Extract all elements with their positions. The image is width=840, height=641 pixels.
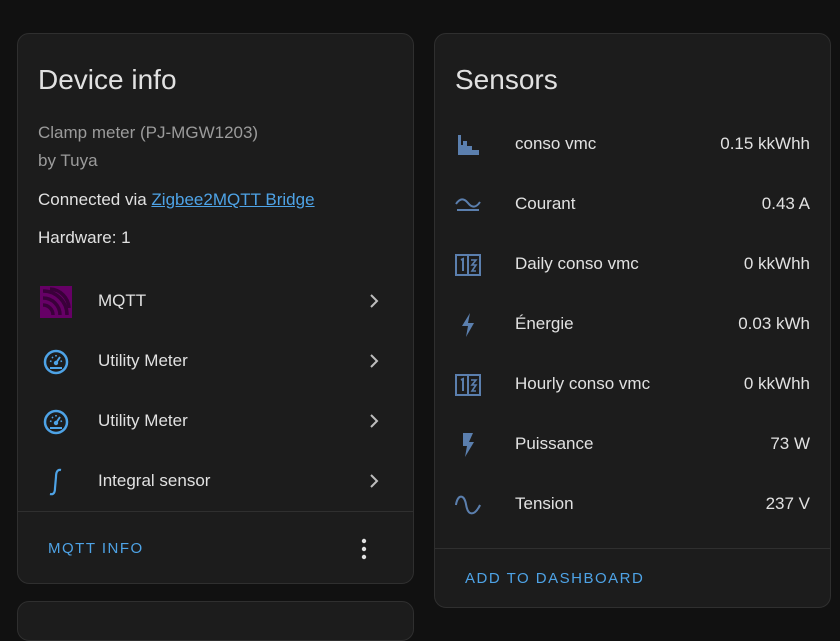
next-card <box>17 601 414 641</box>
sensor-row[interactable]: conso vmc 0.15 kkWhh <box>435 114 830 174</box>
sensor-name: Tension <box>515 494 574 513</box>
device-model: Clamp meter (PJ-MGW1203) <box>38 123 259 142</box>
sensor-value: 0.15 kkWhh <box>720 134 810 153</box>
chevron-right-icon <box>370 294 379 308</box>
card-actions-divider <box>435 548 830 549</box>
sensor-name: Courant <box>515 194 576 213</box>
hardware-version: Hardware: 1 <box>38 228 131 247</box>
sensor-value: 237 V <box>765 494 810 513</box>
counter-icon <box>455 252 481 278</box>
add-to-dashboard-button[interactable]: ADD TO DASHBOARD <box>465 570 644 587</box>
sensor-name: Puissance <box>515 434 594 453</box>
integration-label: MQTT <box>98 291 147 310</box>
counter-icon <box>455 372 481 398</box>
sensor-value: 73 W <box>770 434 810 453</box>
chart-histogram-icon <box>455 132 481 158</box>
sensor-name: Daily conso vmc <box>515 254 639 273</box>
lightning-bolt-icon <box>455 312 481 338</box>
sensor-value: 0.03 kWh <box>738 314 810 333</box>
integration-row-mqtt[interactable]: MQTT <box>18 271 413 331</box>
sensors-card: Sensors conso vmc 0.15 kkWhh Courant 0.4… <box>434 33 831 608</box>
integration-row-integral-sensor[interactable]: Integral sensor <box>18 451 413 511</box>
sensor-row[interactable]: Énergie 0.03 kWh <box>435 294 830 354</box>
sensors-title: Sensors <box>455 64 558 95</box>
more-vertical-icon <box>361 538 367 560</box>
sensor-name: conso vmc <box>515 134 597 153</box>
sensor-value: 0.43 A <box>761 194 810 213</box>
mqtt-info-button[interactable]: MQTT INFO <box>48 540 144 557</box>
integration-label: Utility Meter <box>98 411 188 430</box>
device-info-card: Device info Clamp meter (PJ-MGW1203) by … <box>17 33 414 584</box>
device-manufacturer: by Tuya <box>38 151 98 170</box>
gauge-icon <box>40 406 72 438</box>
integration-label: Integral sensor <box>98 471 211 490</box>
integration-row-utility-meter[interactable]: Utility Meter <box>18 331 413 391</box>
integration-row-utility-meter[interactable]: Utility Meter <box>18 391 413 451</box>
gauge-icon <box>40 346 72 378</box>
flash-icon <box>455 432 481 458</box>
sine-wave-icon <box>455 492 481 518</box>
sensor-row[interactable]: Puissance 73 W <box>435 414 830 474</box>
sensor-row[interactable]: Daily conso vmc 0 kkWhh <box>435 234 830 294</box>
sensor-row[interactable]: Courant 0.43 A <box>435 174 830 234</box>
sensor-value: 0 kkWhh <box>743 374 810 393</box>
chevron-right-icon <box>370 414 379 428</box>
overflow-menu-button[interactable] <box>352 534 376 564</box>
chevron-right-icon <box>370 474 379 488</box>
integral-icon <box>40 466 72 498</box>
integration-label: Utility Meter <box>98 351 188 370</box>
device-info-title: Device info <box>38 64 177 95</box>
sensor-row[interactable]: Tension 237 V <box>435 474 830 534</box>
zigbee2mqtt-bridge-link[interactable]: Zigbee2MQTT Bridge <box>151 190 314 209</box>
sensor-name: Hourly conso vmc <box>515 374 651 393</box>
sensor-value: 0 kkWhh <box>743 254 810 273</box>
sensor-row[interactable]: Hourly conso vmc 0 kkWhh <box>435 354 830 414</box>
connected-via-label: Connected via <box>38 190 152 209</box>
card-actions-divider <box>18 511 413 512</box>
mqtt-icon <box>40 286 72 318</box>
connected-via: Connected via Zigbee2MQTT Bridge <box>38 190 315 210</box>
chevron-right-icon <box>370 354 379 368</box>
current-ac-icon <box>455 192 481 218</box>
sensor-name: Énergie <box>515 314 574 333</box>
